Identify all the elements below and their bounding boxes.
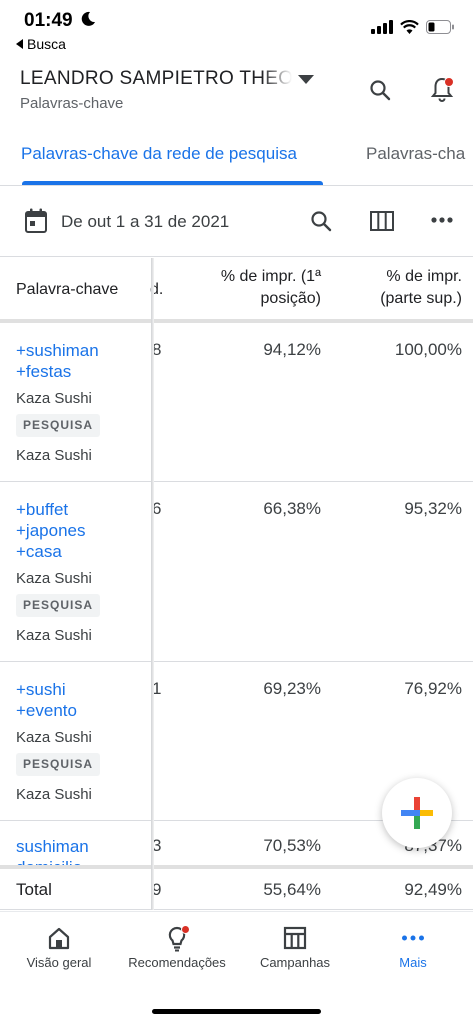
moon-icon bbox=[81, 11, 95, 26]
nav-campaigns-label: Campanhas bbox=[259, 955, 331, 970]
keyword-link[interactable]: +sushi +evento bbox=[16, 679, 77, 721]
frozen-column-divider bbox=[151, 258, 154, 910]
table-row[interactable]: +buffet +japones +casa Kaza Sushi PESQUI… bbox=[0, 482, 473, 662]
abs-top-impr-cell: 66,38% bbox=[263, 499, 321, 518]
bottom-navigation: Visão geral Recomendações Campanhas Mais bbox=[0, 911, 473, 1024]
home-indicator[interactable] bbox=[152, 1009, 321, 1014]
nav-more[interactable]: Mais bbox=[354, 912, 472, 982]
column-header-keyword[interactable]: Palavra-chave bbox=[16, 279, 118, 301]
back-link-label: Busca bbox=[27, 36, 66, 52]
top-impr-cell: 76,92% bbox=[404, 679, 462, 698]
keyword-tabs: Palavras-chave da rede de pesquisa Palav… bbox=[0, 128, 473, 186]
search-icon[interactable] bbox=[368, 78, 392, 102]
wifi-icon bbox=[400, 20, 419, 34]
campaigns-icon bbox=[283, 926, 307, 950]
ad-group-name: Kaza Sushi bbox=[16, 447, 92, 464]
tab-search-keywords[interactable]: Palavras-chave da rede de pesquisa bbox=[21, 144, 297, 164]
recommendations-badge bbox=[181, 925, 190, 934]
status-time: 01:49 bbox=[24, 10, 73, 31]
abs-top-impr-cell: 69,23% bbox=[263, 679, 321, 698]
nav-overview[interactable]: Visão geral bbox=[0, 912, 118, 982]
ad-group-name: Kaza Sushi bbox=[16, 786, 92, 803]
column-header-abs-top-impr-text: % de impr. (1ª posição) bbox=[220, 268, 321, 307]
date-toolbar: De out 1 a 31 de 2021 bbox=[0, 187, 473, 257]
network-badge: PESQUISA bbox=[16, 753, 101, 776]
signal-icon bbox=[371, 20, 393, 34]
column-header-top-impr-text: % de impr. (parte sup.) bbox=[380, 268, 462, 307]
date-range-selector[interactable]: De out 1 a 31 de 2021 bbox=[61, 212, 229, 232]
columns-icon[interactable] bbox=[370, 211, 394, 231]
total-row: Total 9 55,64% 92,49% bbox=[0, 869, 473, 910]
total-abs-top-impr-cell: 55,64% bbox=[263, 880, 321, 899]
keyword-link[interactable]: +sushiman +festas bbox=[16, 340, 99, 382]
nav-more-label: Mais bbox=[399, 955, 427, 970]
back-arrow-icon bbox=[16, 39, 23, 49]
keyword-link[interactable]: +buffet +japones +casa bbox=[16, 499, 85, 562]
top-impr-cell: 95,32% bbox=[404, 499, 462, 518]
network-badge: PESQUISA bbox=[16, 594, 101, 617]
total-label: Total bbox=[16, 880, 52, 899]
top-impr-cell: 100,00% bbox=[394, 340, 462, 359]
more-options-icon[interactable] bbox=[431, 217, 453, 223]
battery-icon bbox=[426, 20, 454, 34]
keyword-link[interactable]: sushiman domicilio bbox=[16, 836, 89, 865]
network-badge: PESQUISA bbox=[16, 414, 101, 437]
add-fab-button[interactable] bbox=[382, 778, 452, 848]
ad-group-name: Kaza Sushi bbox=[16, 627, 92, 644]
nav-campaigns[interactable]: Campanhas bbox=[236, 912, 354, 982]
nav-recommendations[interactable]: Recomendações bbox=[118, 912, 236, 982]
campaign-name: Kaza Sushi bbox=[16, 729, 92, 746]
table-row[interactable]: +sushiman +festas Kaza Sushi PESQUISA Ka… bbox=[0, 323, 473, 482]
calendar-icon[interactable] bbox=[24, 208, 48, 234]
column-header-top-impr[interactable]: % de impr. (parte sup.) bbox=[380, 266, 462, 310]
google-plus-icon bbox=[401, 797, 433, 829]
active-tab-indicator bbox=[22, 181, 323, 185]
abs-top-impr-cell: 94,12% bbox=[263, 340, 321, 359]
column-header-abs-top-impr[interactable]: % de impr. (1ª posição) bbox=[221, 266, 321, 310]
account-header: LEANDRO SAMPIETRO THEO Palavras-chave bbox=[0, 60, 473, 126]
notification-badge bbox=[444, 77, 454, 87]
back-to-search-link[interactable]: Busca bbox=[16, 36, 66, 52]
campaign-name: Kaza Sushi bbox=[16, 390, 92, 407]
nav-recommendations-label: Recomendações bbox=[128, 955, 226, 970]
nav-overview-label: Visão geral bbox=[26, 955, 92, 970]
page-subtitle: Palavras-chave bbox=[20, 95, 124, 112]
account-dropdown-caret-icon[interactable] bbox=[298, 75, 314, 84]
home-icon bbox=[48, 927, 70, 950]
campaign-name: Kaza Sushi bbox=[16, 570, 92, 587]
system-status-icons bbox=[371, 17, 455, 37]
tab-display-keywords[interactable]: Palavras-cha bbox=[366, 144, 465, 164]
status-bar: 01:49 Busca bbox=[0, 0, 473, 56]
account-name[interactable]: LEANDRO SAMPIETRO THEO bbox=[20, 68, 292, 90]
total-top-impr-cell: 92,49% bbox=[404, 880, 462, 899]
table-search-icon[interactable] bbox=[309, 209, 333, 233]
abs-top-impr-cell: 70,53% bbox=[263, 836, 321, 855]
